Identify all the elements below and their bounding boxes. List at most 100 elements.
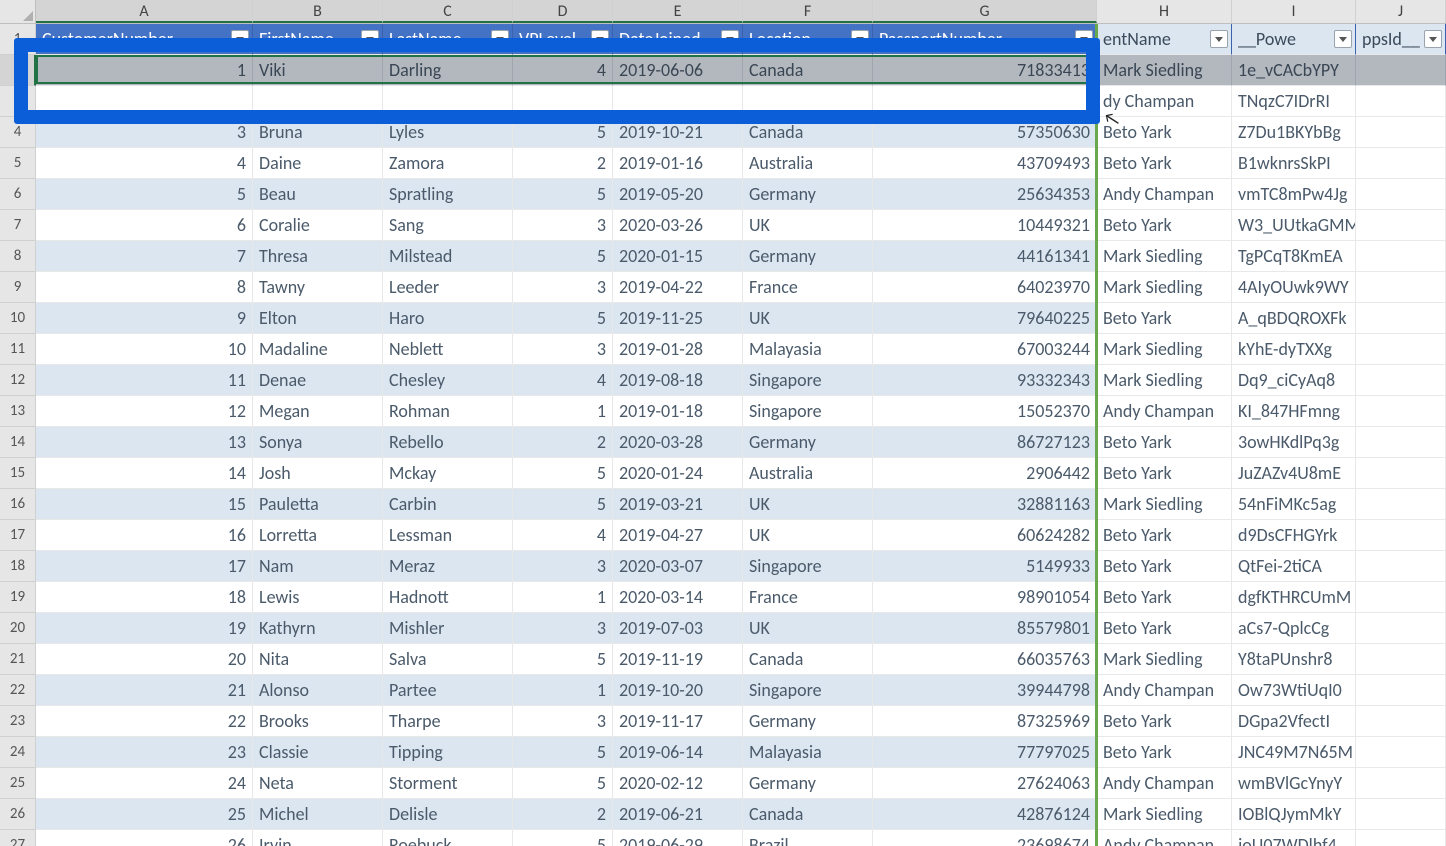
cell-D17[interactable]: 4 xyxy=(513,520,613,551)
cell-C5[interactable]: Zamora xyxy=(383,148,513,179)
cell-E22[interactable]: 2019-10-20 xyxy=(613,675,743,706)
cell-D27[interactable]: 5 xyxy=(513,830,613,846)
cell-C12[interactable]: Chesley xyxy=(383,365,513,396)
cell-I15[interactable]: JuZAZv4U8mE xyxy=(1232,458,1356,489)
row-header-15[interactable]: 15 xyxy=(0,458,36,489)
cell-J15[interactable] xyxy=(1356,458,1446,489)
cell-B23[interactable]: Brooks xyxy=(253,706,383,737)
header-cell-A[interactable]: CustomerNumber xyxy=(36,24,253,55)
cell-E24[interactable]: 2019-06-14 xyxy=(613,737,743,768)
cell-I20[interactable]: aCs7-QplcCg xyxy=(1232,613,1356,644)
cell-C9[interactable]: Leeder xyxy=(383,272,513,303)
cell-E18[interactable]: 2020-03-07 xyxy=(613,551,743,582)
header-cell-I[interactable]: __Powe xyxy=(1232,24,1356,55)
cell-G23[interactable]: 87325969 xyxy=(873,706,1097,737)
cell-C14[interactable]: Rebello xyxy=(383,427,513,458)
cell-B22[interactable]: Alonso xyxy=(253,675,383,706)
cell-F21[interactable]: Canada xyxy=(743,644,873,675)
cell-C25[interactable]: Storment xyxy=(383,768,513,799)
row-header-13[interactable]: 13 xyxy=(0,396,36,427)
cell-E15[interactable]: 2020-01-24 xyxy=(613,458,743,489)
cell-A21[interactable]: 20 xyxy=(36,644,253,675)
cell-I26[interactable]: IOBlQJymMkY xyxy=(1232,799,1356,830)
cell-B4[interactable]: Bruna xyxy=(253,117,383,148)
cell-F27[interactable]: Brazil xyxy=(743,830,873,846)
cell-G17[interactable]: 60624282 xyxy=(873,520,1097,551)
cell-D25[interactable]: 5 xyxy=(513,768,613,799)
cell-I7[interactable]: W3_UUtkaGMM xyxy=(1232,210,1356,241)
cell-A24[interactable]: 23 xyxy=(36,737,253,768)
header-cell-E[interactable]: DateJoined xyxy=(613,24,743,55)
row-header-23[interactable]: 23 xyxy=(0,706,36,737)
column-header-E[interactable]: E xyxy=(613,0,743,23)
row-header-24[interactable]: 24 xyxy=(0,737,36,768)
cell-J4[interactable] xyxy=(1356,117,1446,148)
cell-I4[interactable]: Z7Du1BKYbBg xyxy=(1232,117,1356,148)
cell-H9[interactable]: Mark Siedling xyxy=(1097,272,1232,303)
cell-G5[interactable]: 43709493 xyxy=(873,148,1097,179)
cell-D12[interactable]: 4 xyxy=(513,365,613,396)
cell-A23[interactable]: 22 xyxy=(36,706,253,737)
cell-J26[interactable] xyxy=(1356,799,1446,830)
cell-G21[interactable]: 66035763 xyxy=(873,644,1097,675)
cell-I9[interactable]: 4AIyOUwk9WY xyxy=(1232,272,1356,303)
cell-G20[interactable]: 85579801 xyxy=(873,613,1097,644)
cell-J5[interactable] xyxy=(1356,148,1446,179)
cell-J9[interactable] xyxy=(1356,272,1446,303)
row-header-16[interactable]: 16 xyxy=(0,489,36,520)
cell-F5[interactable]: Australia xyxy=(743,148,873,179)
cell-A27[interactable]: 26 xyxy=(36,830,253,846)
cell-I12[interactable]: Dq9_ciCyAq8 xyxy=(1232,365,1356,396)
cell-I14[interactable]: 3owHKdlPq3g xyxy=(1232,427,1356,458)
filter-dropdown-icon[interactable] xyxy=(1210,30,1228,48)
cell-B20[interactable]: Kathyrn xyxy=(253,613,383,644)
column-header-D[interactable]: D xyxy=(513,0,613,23)
header-cell-J[interactable]: ppsId__ xyxy=(1356,24,1446,55)
cell-F10[interactable]: UK xyxy=(743,303,873,334)
header-cell-D[interactable]: VPLevel xyxy=(513,24,613,55)
row-header-7[interactable]: 7 xyxy=(0,210,36,241)
cell-F12[interactable]: Singapore xyxy=(743,365,873,396)
row-header-2[interactable]: 2 xyxy=(0,55,36,86)
cell-C22[interactable]: Partee xyxy=(383,675,513,706)
cell-H11[interactable]: Mark Siedling xyxy=(1097,334,1232,365)
cell-C15[interactable]: Mckay xyxy=(383,458,513,489)
cell-H13[interactable]: Andy Champan xyxy=(1097,396,1232,427)
cell-E10[interactable]: 2019-11-25 xyxy=(613,303,743,334)
cell-D13[interactable]: 1 xyxy=(513,396,613,427)
cell-G3[interactable] xyxy=(873,86,1097,117)
cell-A6[interactable]: 5 xyxy=(36,179,253,210)
cell-A15[interactable]: 14 xyxy=(36,458,253,489)
cell-G24[interactable]: 77797025 xyxy=(873,737,1097,768)
cell-A16[interactable]: 15 xyxy=(36,489,253,520)
cell-G2[interactable]: 71833413 xyxy=(873,55,1097,86)
cell-B17[interactable]: Lorretta xyxy=(253,520,383,551)
cell-G26[interactable]: 42876124 xyxy=(873,799,1097,830)
cell-I25[interactable]: wmBVlGcYnyY xyxy=(1232,768,1356,799)
cell-I10[interactable]: A_qBDQROXFk xyxy=(1232,303,1356,334)
cell-E6[interactable]: 2019-05-20 xyxy=(613,179,743,210)
cell-H22[interactable]: Andy Champan xyxy=(1097,675,1232,706)
cell-G13[interactable]: 15052370 xyxy=(873,396,1097,427)
select-all-corner[interactable] xyxy=(0,0,36,24)
cell-A3[interactable] xyxy=(36,86,253,117)
cell-C17[interactable]: Lessman xyxy=(383,520,513,551)
cell-D6[interactable]: 5 xyxy=(513,179,613,210)
cell-E5[interactable]: 2019-01-16 xyxy=(613,148,743,179)
row-header-14[interactable]: 14 xyxy=(0,427,36,458)
cell-B7[interactable]: Coralie xyxy=(253,210,383,241)
filter-dropdown-icon[interactable] xyxy=(721,30,739,48)
cell-F24[interactable]: Malayasia xyxy=(743,737,873,768)
cell-H18[interactable]: Beto Yark xyxy=(1097,551,1232,582)
row-header-6[interactable]: 6 xyxy=(0,179,36,210)
cell-G15[interactable]: 2906442 xyxy=(873,458,1097,489)
cell-A7[interactable]: 6 xyxy=(36,210,253,241)
cell-H17[interactable]: Beto Yark xyxy=(1097,520,1232,551)
cell-F26[interactable]: Canada xyxy=(743,799,873,830)
cell-J19[interactable] xyxy=(1356,582,1446,613)
cell-F18[interactable]: Singapore xyxy=(743,551,873,582)
cell-B3[interactable] xyxy=(253,86,383,117)
row-header-21[interactable]: 21 xyxy=(0,644,36,675)
cell-B15[interactable]: Josh xyxy=(253,458,383,489)
column-header-I[interactable]: I xyxy=(1232,0,1356,23)
